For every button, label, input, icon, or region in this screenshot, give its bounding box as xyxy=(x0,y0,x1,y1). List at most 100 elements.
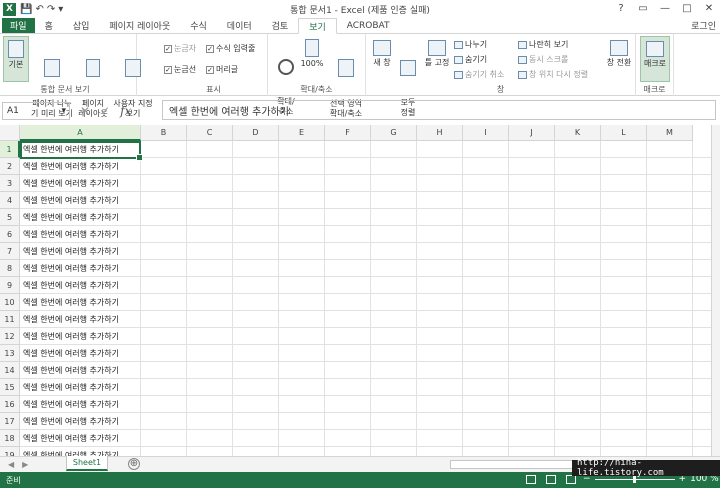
maximize-icon[interactable]: □ xyxy=(676,0,698,16)
tab-home[interactable]: 홈 xyxy=(35,18,63,33)
zoom-100-button[interactable]: 100% xyxy=(300,36,324,82)
freeze-panes-button[interactable]: 틀 고정 xyxy=(422,36,452,82)
macros-button[interactable]: 매크로 xyxy=(640,36,670,82)
next-sheet-icon[interactable]: ▶ xyxy=(22,460,28,469)
cell-a14[interactable]: 엑셀 한번에 여러행 추가하기 xyxy=(23,362,119,379)
tab-acrobat[interactable]: ACROBAT xyxy=(337,18,400,33)
formula-input[interactable]: 엑셀 한번에 여러행 추가하기 xyxy=(162,100,716,120)
help-icon[interactable]: ? xyxy=(610,0,632,16)
column-header-j[interactable]: J xyxy=(509,125,555,141)
worksheet-grid[interactable]: A B C D E F G H I J K L M 1 엑셀 한번에 여러행 추가하기 2 엑셀 한번에 여러행… xyxy=(0,125,720,456)
column-header-k[interactable]: K xyxy=(555,125,601,141)
cell-a16[interactable]: 엑셀 한번에 여러행 추가하기 xyxy=(23,396,119,413)
insert-function-icon[interactable]: fx xyxy=(120,104,131,118)
chevron-down-icon[interactable]: ▾ xyxy=(61,106,66,116)
row-header-15[interactable]: 15 xyxy=(0,379,20,396)
column-header-l[interactable]: L xyxy=(601,125,647,141)
row-header-14[interactable]: 14 xyxy=(0,362,20,379)
name-box[interactable]: A1 ▾ xyxy=(2,102,70,120)
gridlines-checkbox[interactable]: ✓ 눈금선 xyxy=(164,64,196,75)
row-header-4[interactable]: 4 xyxy=(0,192,20,209)
tab-page-layout[interactable]: 페이지 레이아웃 xyxy=(99,18,180,33)
column-header-a[interactable]: A xyxy=(20,125,141,141)
page-layout-view-button[interactable]: 페이지 레이아웃 xyxy=(77,36,109,118)
cell-a6[interactable]: 엑셀 한번에 여러행 추가하기 xyxy=(23,226,119,243)
zoom-slider[interactable] xyxy=(594,475,675,483)
cell-a5[interactable]: 엑셀 한번에 여러행 추가하기 xyxy=(23,209,119,226)
unhide-button[interactable]: 숨기기 취소 xyxy=(454,69,504,80)
cell-a9[interactable]: 엑셀 한번에 여러행 추가하기 xyxy=(23,277,119,294)
row-header-13[interactable]: 13 xyxy=(0,345,20,362)
tab-insert[interactable]: 삽입 xyxy=(63,18,100,33)
vertical-scrollbar[interactable] xyxy=(711,125,720,456)
page-layout-status-icon[interactable] xyxy=(546,475,556,484)
cell-a4[interactable]: 엑셀 한번에 여러행 추가하기 xyxy=(23,192,119,209)
row-header-16[interactable]: 16 xyxy=(0,396,20,413)
cell-a12[interactable]: 엑셀 한번에 여러행 추가하기 xyxy=(23,328,119,345)
minimize-icon[interactable]: — xyxy=(654,0,676,16)
cell-a3[interactable]: 엑셀 한번에 여러행 추가하기 xyxy=(23,175,119,192)
row-header-9[interactable]: 9 xyxy=(0,277,20,294)
new-window-button[interactable]: 새 창 xyxy=(370,36,394,82)
row-header-12[interactable]: 12 xyxy=(0,328,20,345)
cell-a7[interactable]: 엑셀 한번에 여러행 추가하기 xyxy=(23,243,119,260)
add-sheet-icon[interactable]: ⊕ xyxy=(128,458,140,470)
active-cell-cursor[interactable] xyxy=(20,141,143,161)
row-header-5[interactable]: 5 xyxy=(0,209,20,226)
row-header-17[interactable]: 17 xyxy=(0,413,20,430)
formula-bar-checkbox[interactable]: ✓ 수식 입력줄 xyxy=(206,43,255,54)
normal-view-status-icon[interactable] xyxy=(526,475,536,484)
headings-checkbox[interactable]: ✓ 머리글 xyxy=(206,64,238,75)
normal-view-button[interactable]: 기본 xyxy=(3,36,29,82)
row-header-3[interactable]: 3 xyxy=(0,175,20,192)
row-header-8[interactable]: 8 xyxy=(0,260,20,277)
zoom-button[interactable]: 확대/ 축소 xyxy=(272,36,300,116)
cell-a11[interactable]: 엑셀 한번에 여러행 추가하기 xyxy=(23,311,119,328)
reset-window-position-button[interactable]: 창 위치 다시 정렬 xyxy=(518,69,588,80)
cancel-icon[interactable]: ✕ xyxy=(80,104,90,118)
page-break-preview-button[interactable]: 페이지 나누 기 미리 보기 xyxy=(30,36,74,118)
cell-a2[interactable]: 엑셀 한번에 여러행 추가하기 xyxy=(23,158,119,175)
cell-a13[interactable]: 엑셀 한번에 여러행 추가하기 xyxy=(23,345,119,362)
cell-a10[interactable]: 엑셀 한번에 여러행 추가하기 xyxy=(23,294,119,311)
column-header-m[interactable]: M xyxy=(647,125,693,141)
select-all-corner[interactable] xyxy=(0,125,20,141)
row-header-1[interactable]: 1 xyxy=(0,141,20,158)
column-header-d[interactable]: D xyxy=(233,125,279,141)
column-header-g[interactable]: G xyxy=(371,125,417,141)
column-header-b[interactable]: B xyxy=(141,125,187,141)
column-header-e[interactable]: E xyxy=(279,125,325,141)
cell-a18[interactable]: 엑셀 한번에 여러행 추가하기 xyxy=(23,430,119,447)
sheet-tab-sheet1[interactable]: Sheet1 xyxy=(66,456,108,471)
split-button[interactable]: 나누기 xyxy=(454,39,487,50)
column-header-i[interactable]: I xyxy=(463,125,509,141)
row-header-18[interactable]: 18 xyxy=(0,430,20,447)
column-header-c[interactable]: C xyxy=(187,125,233,141)
switch-windows-button[interactable]: 창 전환 xyxy=(604,36,634,82)
row-header-11[interactable]: 11 xyxy=(0,311,20,328)
tab-view[interactable]: 보기 xyxy=(298,18,337,34)
custom-views-button[interactable]: 사용자 지정 보기 xyxy=(109,36,157,118)
view-side-by-side-button[interactable]: 나란히 보기 xyxy=(518,39,568,50)
column-header-f[interactable]: F xyxy=(325,125,371,141)
zoom-to-selection-button[interactable]: 선택 영역 확대/축소 xyxy=(326,36,366,118)
arrange-all-button[interactable]: 모두 정렬 xyxy=(396,36,420,117)
cell-a8[interactable]: 엑셀 한번에 여러행 추가하기 xyxy=(23,260,119,277)
row-header-19[interactable]: 19 xyxy=(0,447,20,456)
prev-sheet-icon[interactable]: ◀ xyxy=(8,460,14,469)
ruler-checkbox[interactable]: ✓ 눈금자 xyxy=(164,43,196,54)
page-break-status-icon[interactable] xyxy=(566,475,576,484)
cell-a19[interactable]: 엑셀 한번에 여러행 추가하기 xyxy=(23,447,119,456)
column-header-h[interactable]: H xyxy=(417,125,463,141)
tab-review[interactable]: 검토 xyxy=(262,18,299,33)
enter-icon[interactable]: ✓ xyxy=(100,104,110,118)
sign-in-link[interactable]: 로그인 xyxy=(691,19,716,32)
row-header-7[interactable]: 7 xyxy=(0,243,20,260)
row-header-10[interactable]: 10 xyxy=(0,294,20,311)
hide-button[interactable]: 숨기기 xyxy=(454,54,487,65)
row-header-2[interactable]: 2 xyxy=(0,158,20,175)
synchronous-scroll-button[interactable]: 동시 스크롤 xyxy=(518,54,568,65)
ribbon-display-icon[interactable]: ▭ xyxy=(632,0,654,16)
tab-formulas[interactable]: 수식 xyxy=(180,18,217,33)
tab-data[interactable]: 데이터 xyxy=(217,18,262,33)
